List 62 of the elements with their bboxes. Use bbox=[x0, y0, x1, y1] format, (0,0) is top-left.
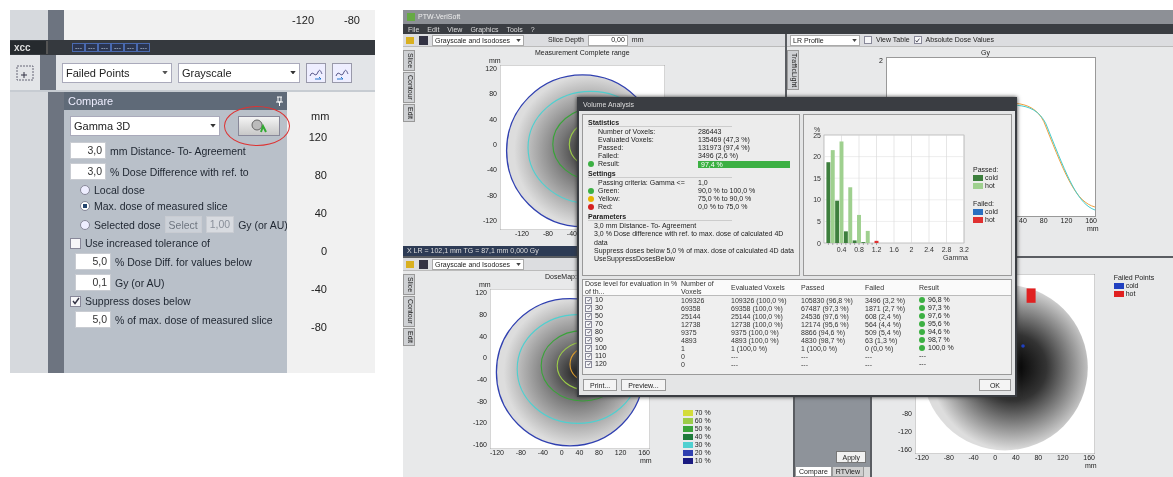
tolerance-field[interactable]: 0,1 bbox=[75, 274, 111, 291]
checkbox[interactable] bbox=[70, 237, 81, 249]
row-checkbox[interactable] bbox=[585, 320, 592, 328]
axis-tick: -80 bbox=[344, 14, 360, 28]
color-mode-dropdown[interactable]: Grayscale bbox=[178, 62, 300, 83]
add-view-icon[interactable] bbox=[16, 64, 34, 81]
row-checkbox[interactable] bbox=[585, 328, 592, 336]
chart-right-button[interactable] bbox=[332, 62, 352, 83]
axis-tick: 80 bbox=[314, 168, 327, 181]
head-chart-icon bbox=[250, 119, 268, 133]
pin-icon[interactable] bbox=[276, 96, 283, 106]
axis-tick: 0 bbox=[320, 244, 327, 257]
caret-icon bbox=[516, 38, 521, 42]
row-checkbox[interactable] bbox=[585, 296, 592, 304]
radio-button[interactable] bbox=[80, 185, 90, 195]
radio-label: Max. dose of measured slice bbox=[94, 200, 228, 212]
checkbox-label: Suppress doses below bbox=[85, 295, 191, 307]
save-icon[interactable] bbox=[419, 35, 428, 45]
axis-tick: 40 bbox=[314, 206, 327, 219]
unit-label: Gy (or AU) bbox=[238, 218, 288, 231]
panel-title: Compare bbox=[68, 94, 114, 108]
field-label: mm Distance- To- Agreement bbox=[110, 144, 246, 157]
axis-tick: -80 bbox=[311, 320, 327, 333]
field-label: % of max. dose of measured slice bbox=[115, 313, 273, 326]
row-checkbox[interactable] bbox=[585, 352, 592, 360]
row-checkbox[interactable] bbox=[585, 336, 592, 344]
dta-field[interactable]: 3,0 bbox=[70, 142, 106, 159]
row-checkbox[interactable] bbox=[585, 344, 592, 352]
radio-button[interactable] bbox=[80, 201, 90, 211]
checkbox-label: Use increased tolerance of bbox=[85, 237, 210, 249]
caret-icon bbox=[210, 124, 216, 128]
radio-label: Local dose bbox=[94, 184, 145, 196]
field-label: % Dose Diff. for values below bbox=[115, 255, 252, 268]
axis-tick: -120 bbox=[292, 14, 315, 28]
caret-icon bbox=[290, 70, 296, 75]
document-tab[interactable]: xcc bbox=[10, 41, 48, 54]
suppress-field[interactable]: 5,0 bbox=[75, 311, 111, 328]
dose-difference-field[interactable]: 3,0 bbox=[70, 163, 106, 180]
caret-icon bbox=[516, 262, 521, 266]
caret-icon bbox=[162, 70, 168, 75]
row-checkbox[interactable] bbox=[585, 312, 592, 320]
chart-left-button[interactable] bbox=[306, 62, 326, 83]
gamma-analysis-button[interactable] bbox=[238, 116, 280, 136]
row-checkbox[interactable] bbox=[585, 360, 592, 368]
axis-tick: 120 bbox=[308, 130, 327, 143]
axis-unit: mm bbox=[311, 110, 330, 123]
method-dropdown[interactable]: Gamma 3D bbox=[70, 116, 220, 136]
radio-button[interactable] bbox=[80, 219, 90, 230]
display-mode-dropdown[interactable]: Failed Points bbox=[62, 62, 172, 83]
checkbox[interactable] bbox=[70, 295, 81, 307]
field-label: Gy (or AU) bbox=[115, 276, 165, 289]
histogram-bar bbox=[874, 240, 879, 243]
field-label: % Dose Difference with ref. to bbox=[110, 165, 249, 178]
radio-label: Selected dose bbox=[94, 218, 161, 231]
app-icon bbox=[407, 13, 415, 21]
caret-icon bbox=[852, 38, 857, 42]
axis-tick: -40 bbox=[311, 282, 327, 295]
save-icon[interactable] bbox=[419, 259, 428, 269]
row-checkbox[interactable] bbox=[585, 304, 592, 312]
checkbox[interactable] bbox=[913, 36, 922, 44]
tolerance-field[interactable]: 5,0 bbox=[75, 253, 111, 270]
checkbox[interactable] bbox=[864, 36, 872, 44]
